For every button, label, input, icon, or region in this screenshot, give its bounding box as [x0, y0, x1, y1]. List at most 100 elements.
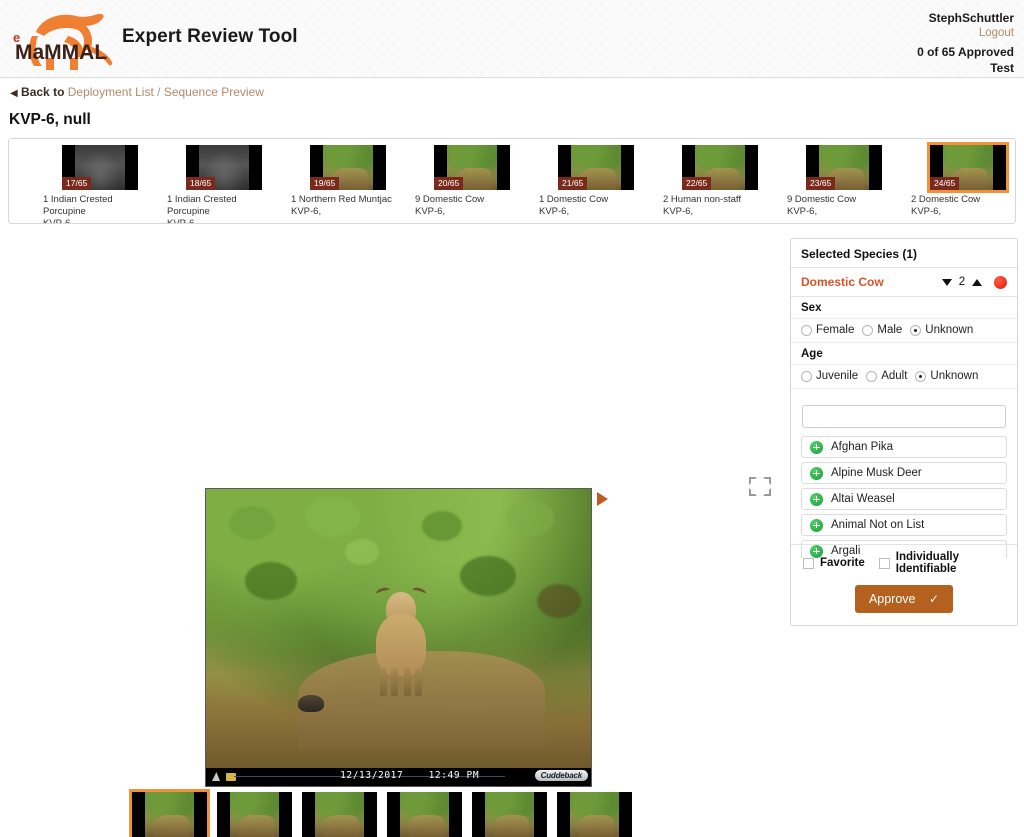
- favorite-label: Favorite: [820, 557, 865, 569]
- sequence-species-label: 1 Northern Red Muntjac: [291, 194, 392, 205]
- sequence-thumbnail-image[interactable]: 19/65: [310, 145, 386, 190]
- expand-icon[interactable]: [747, 475, 773, 498]
- sequence-thumbnail-image[interactable]: 21/65: [558, 145, 634, 190]
- sequence-thumbnail-item[interactable]: 20/65 9 Domestic Cow KVP-6,: [415, 145, 530, 218]
- sequence-thumbnail-image[interactable]: 18/65: [186, 145, 262, 190]
- sequence-badge: 17/65: [62, 177, 92, 190]
- main-camera-trap-image[interactable]: 12/13/2017 12:49 PM Cuddeback: [205, 488, 592, 787]
- image-thumbnail[interactable]: [557, 792, 632, 837]
- sequence-thumbnail-item[interactable]: 18/65 1 Indian Crested Porcupine KVP-6,: [167, 145, 282, 224]
- image-thumbnail-strip[interactable]: [129, 789, 632, 837]
- sequence-filmstrip[interactable]: 17/65 1 Indian Crested Porcupine KVP-6, 18/…: [8, 138, 1016, 224]
- age-option-juvenile-label: Juvenile: [816, 370, 859, 382]
- add-circle-icon[interactable]: [810, 440, 823, 454]
- sequence-deployment-label: KVP-6,: [415, 206, 446, 217]
- species-count-value: 2: [958, 276, 966, 288]
- sex-option-female[interactable]: Female: [801, 324, 854, 336]
- emammal-logo: e MaMMAL: [13, 13, 113, 70]
- radio-icon[interactable]: [862, 324, 874, 336]
- add-circle-icon[interactable]: [810, 492, 823, 506]
- back-to-label: Back to: [21, 85, 65, 99]
- age-radio-group: Juvenile Adult Unknown: [791, 365, 1017, 389]
- remove-circle-icon[interactable]: [994, 275, 1007, 289]
- individually-identifiable-checkbox[interactable]: [878, 557, 890, 569]
- image-thumbnail[interactable]: [217, 792, 292, 837]
- add-circle-icon[interactable]: [810, 518, 823, 532]
- age-option-adult[interactable]: Adult: [866, 370, 907, 382]
- logout-link[interactable]: Logout: [929, 26, 1014, 42]
- age-option-adult-label: Adult: [881, 370, 908, 382]
- add-circle-icon[interactable]: [810, 466, 823, 480]
- sequence-thumbnail-item[interactable]: 22/65 2 Human non-staff KVP-6,: [663, 145, 778, 218]
- page-header: e MaMMAL Expert Review Tool StephSchuttl…: [0, 0, 1024, 78]
- sequence-badge: 24/65: [930, 177, 960, 190]
- age-option-unknown[interactable]: Unknown: [915, 370, 978, 382]
- user-block: StephSchuttler Logout: [929, 10, 1014, 42]
- sex-option-male[interactable]: Male: [862, 324, 902, 336]
- cow-subject: [372, 584, 430, 696]
- age-option-juvenile[interactable]: Juvenile: [801, 370, 858, 382]
- species-list-item-label: Animal Not on List: [831, 519, 925, 531]
- species-list-item-label: Afghan Pika: [831, 441, 894, 453]
- sequence-thumbnail-image[interactable]: 20/65: [434, 145, 510, 190]
- selected-species-name[interactable]: Domestic Cow: [801, 275, 942, 289]
- species-list-item[interactable]: Afghan Pika: [801, 436, 1007, 458]
- page-title-app: Expert Review Tool: [122, 26, 298, 47]
- approve-button[interactable]: Approve ✓: [855, 585, 953, 613]
- check-icon: ✓: [928, 592, 940, 606]
- breadcrumb-deployment-list[interactable]: Deployment List: [68, 85, 154, 99]
- species-list-item[interactable]: Alpine Musk Deer: [801, 462, 1007, 484]
- sequence-thumbnail-item[interactable]: 24/65 2 Domestic Cow KVP-6,: [911, 142, 1015, 218]
- species-list-item-label: Altai Weasel: [831, 493, 895, 505]
- radio-icon[interactable]: [801, 324, 812, 336]
- sequence-thumbnail-item[interactable]: 21/65 1 Domestic Cow KVP-6,: [539, 145, 654, 218]
- species-option-list[interactable]: Afghan Pika Alpine Musk Deer Altai Weasel A…: [801, 436, 1007, 558]
- sex-option-unknown-label: Unknown: [925, 324, 974, 336]
- sequence-deployment-label: KVP-6,: [167, 218, 198, 224]
- svg-text:MaMMAL: MaMMAL: [15, 41, 107, 64]
- sequence-thumbnail-image[interactable]: 24/65: [927, 142, 1009, 193]
- image-thumbnail[interactable]: [302, 792, 377, 837]
- sex-label: Sex: [791, 297, 1017, 319]
- sequence-thumbnail-item[interactable]: 19/65 1 Northern Red Muntjac KVP-6,: [291, 145, 406, 218]
- triangle-up-icon[interactable]: [972, 278, 982, 286]
- species-list-item[interactable]: Altai Weasel: [801, 488, 1007, 510]
- image-scene: [206, 489, 591, 768]
- species-panel: Selected Species (1) Domestic Cow 2 Sex …: [790, 238, 1018, 626]
- triangle-down-icon[interactable]: [942, 278, 952, 286]
- species-search-input[interactable]: [802, 405, 1006, 428]
- image-thumbnail[interactable]: [129, 789, 210, 837]
- species-count-stepper: 2: [942, 276, 982, 288]
- sex-option-male-label: Male: [877, 324, 903, 336]
- sex-option-female-label: Female: [816, 324, 855, 336]
- sequence-deployment-label: KVP-6,: [787, 206, 818, 217]
- image-thumbnail[interactable]: [472, 792, 547, 837]
- sequence-thumbnail-image[interactable]: 23/65: [806, 145, 882, 190]
- individually-identifiable-label: Individually Identifiable: [895, 551, 960, 575]
- radio-icon-selected[interactable]: [915, 370, 927, 382]
- sequence-thumbnail-image[interactable]: 22/65: [682, 145, 758, 190]
- image-timestamp: 12/13/2017 12:49 PM: [340, 770, 479, 781]
- radio-icon[interactable]: [866, 370, 878, 382]
- image-thumbnail[interactable]: [387, 792, 462, 837]
- breadcrumb: ◀ Back to Deployment List / Sequence Pre…: [10, 85, 264, 99]
- sequence-badge: 18/65: [186, 177, 216, 190]
- sequence-thumbnail-item[interactable]: 17/65 1 Indian Crested Porcupine KVP-6,: [43, 145, 158, 223]
- sequence-deployment-label: KVP-6,: [663, 206, 694, 217]
- sequence-thumbnail-item[interactable]: 23/65 9 Domestic Cow KVP-6,: [787, 145, 902, 218]
- back-arrow-icon: ◀: [10, 88, 18, 99]
- sequence-badge: 19/65: [310, 177, 340, 190]
- species-list-item[interactable]: Animal Not on List: [801, 514, 1007, 536]
- username-label: StephSchuttler: [928, 11, 1014, 25]
- sequence-badge: 22/65: [682, 177, 712, 190]
- species-list-item-label: Alpine Musk Deer: [831, 467, 922, 479]
- radio-icon[interactable]: [801, 370, 812, 382]
- sequence-deployment-label: KVP-6,: [539, 206, 570, 217]
- radio-icon-selected[interactable]: [910, 324, 922, 336]
- favorite-checkbox[interactable]: [803, 557, 814, 569]
- next-image-button[interactable]: [597, 492, 608, 506]
- sequence-deployment-label: KVP-6,: [911, 206, 942, 217]
- sequence-thumbnail-image[interactable]: 17/65: [62, 145, 138, 190]
- sex-option-unknown[interactable]: Unknown: [910, 324, 973, 336]
- age-option-unknown-label: Unknown: [930, 370, 979, 382]
